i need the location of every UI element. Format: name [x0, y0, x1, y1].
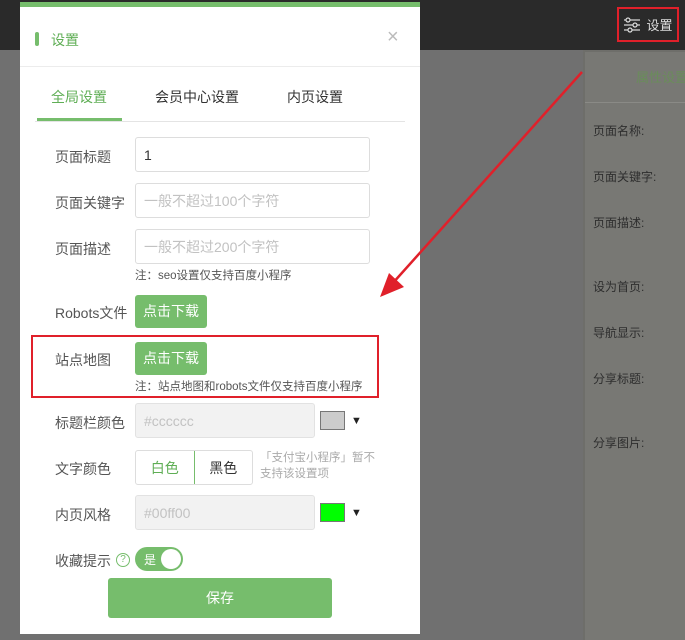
annotation-arrow	[380, 71, 583, 297]
